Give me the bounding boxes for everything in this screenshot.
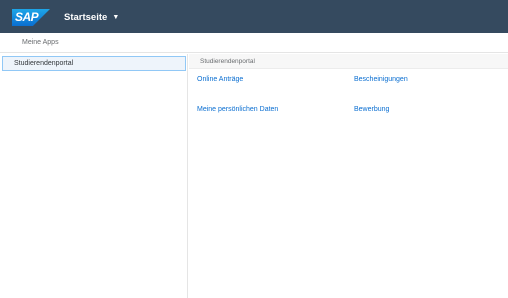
link-online-antraege[interactable]: Online Anträge	[197, 76, 243, 83]
home-title: Startseite	[64, 11, 108, 23]
my-apps-label: Meine Apps	[22, 39, 59, 46]
link-bescheinigungen[interactable]: Bescheinigungen	[354, 76, 408, 83]
main-content: Studierendenportal Online Anträge Besche…	[189, 54, 508, 298]
shell-bar: SAP Startseite ▼	[0, 0, 508, 33]
sidebar-item-studierendenportal[interactable]: Studierendenportal	[2, 56, 186, 71]
sidebar: Studierendenportal	[0, 54, 188, 298]
group-header: Studierendenportal	[189, 54, 508, 69]
group-title: Studierendenportal	[200, 58, 255, 65]
link-meine-persoenlichen-daten[interactable]: Meine persönlichen Daten	[197, 106, 278, 113]
sub-header: Meine Apps	[0, 33, 508, 53]
sap-logo[interactable]: SAP	[12, 9, 50, 26]
chevron-down-icon: ▼	[112, 13, 120, 21]
link-bewerbung[interactable]: Bewerbung	[354, 106, 389, 113]
sap-logo-text: SAP	[15, 10, 39, 24]
home-menu-button[interactable]: Startseite ▼	[64, 10, 119, 24]
